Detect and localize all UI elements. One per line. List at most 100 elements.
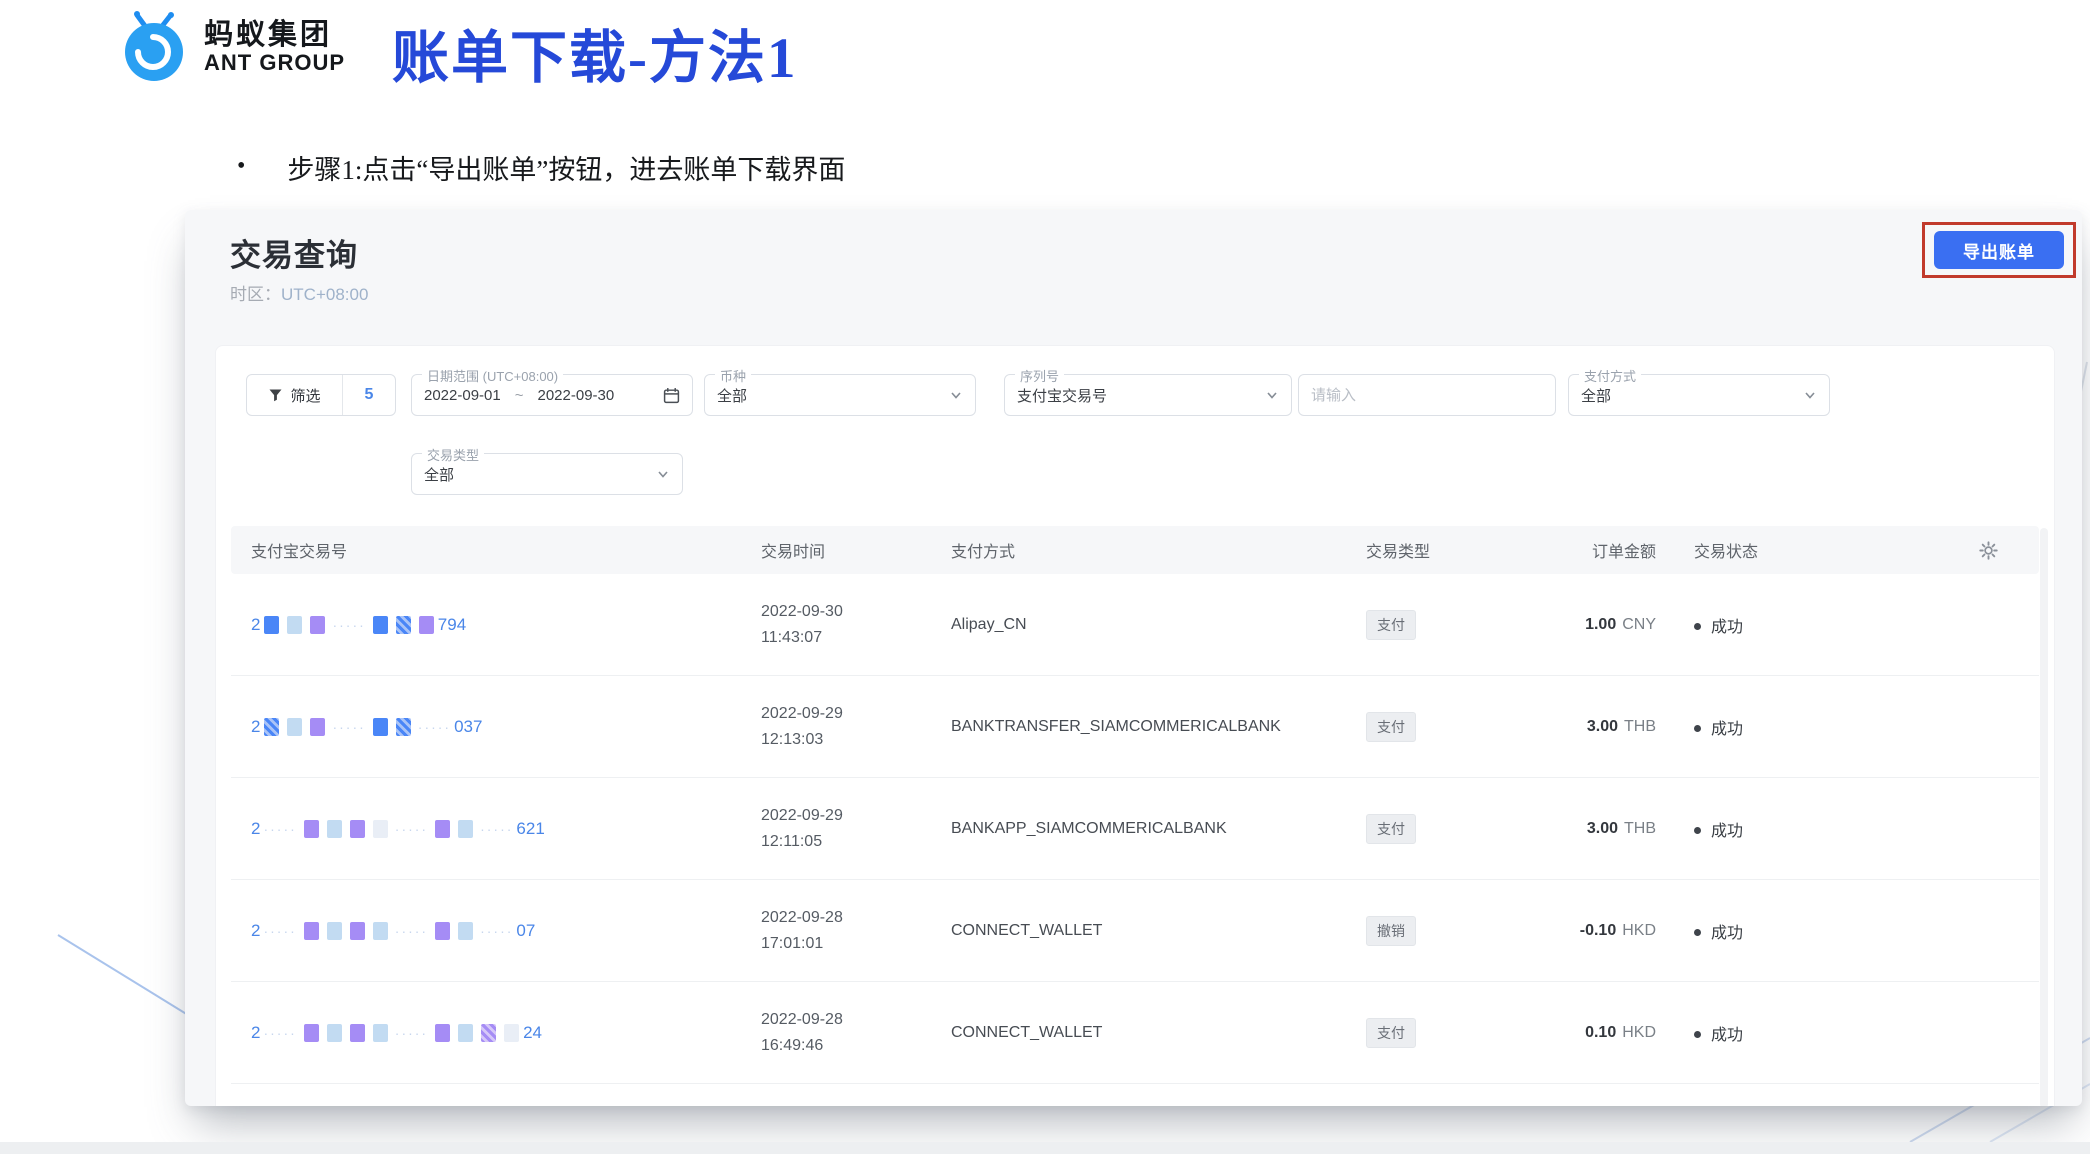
funnel-icon: [268, 388, 283, 403]
txn-time: 2022-09-30 11:43:07: [761, 599, 951, 651]
txn-id-mosaic: ···············: [260, 922, 516, 940]
transaction-query-window: 交易查询 时区：UTC+08:00 导出账单 筛选 5 日期范围 (UTC+08…: [185, 210, 2082, 1106]
filter-button[interactable]: 筛选: [247, 375, 343, 415]
col-header-method[interactable]: 支付方式: [951, 538, 1366, 562]
date-range-label: 日期范围 (UTC+08:00): [422, 366, 563, 385]
txn-amount-value: -0.10: [1580, 922, 1616, 939]
status-dot-icon: [1694, 623, 1701, 630]
redaction-square: [419, 616, 434, 634]
col-header-time[interactable]: 交易时间: [761, 538, 951, 562]
txn-amount-currency: CNY: [1622, 616, 1656, 633]
txn-amount-currency: THB: [1624, 718, 1656, 735]
txn-amount: -0.10HKD: [1580, 922, 1656, 940]
col-header-txn-id[interactable]: 支付宝交易号: [251, 538, 761, 562]
export-bill-button[interactable]: 导出账单: [1934, 231, 2064, 269]
redaction-square: [373, 1024, 388, 1042]
redaction-dots: ·····: [332, 617, 365, 633]
trade-type-select[interactable]: 交易类型 全部: [411, 453, 683, 495]
filter-button-group: 筛选 5: [246, 374, 396, 416]
txn-type-tag: 支付: [1366, 610, 1416, 640]
filter-count-badge[interactable]: 5: [343, 375, 395, 415]
scrollbar-track[interactable]: [2040, 528, 2048, 1106]
txn-date: 2022-09-30: [761, 599, 951, 625]
redaction-square: [373, 718, 388, 736]
col-header-status[interactable]: 交易状态: [1656, 538, 1906, 562]
trade-type-label: 交易类型: [422, 445, 484, 464]
txn-id-link[interactable]: 2 ··············· 07: [251, 921, 761, 941]
redaction-square: [435, 1024, 450, 1042]
txn-status: 成功: [1656, 1021, 1906, 1045]
redaction-square: [396, 616, 411, 634]
currency-select[interactable]: 币种 全部: [704, 374, 976, 416]
redaction-dots: ·····: [480, 923, 513, 939]
bullet-dot: •: [237, 148, 245, 184]
col-header-type[interactable]: 交易类型: [1366, 538, 1536, 562]
status-dot-icon: [1694, 929, 1701, 936]
currency-label: 币种: [715, 366, 751, 385]
status-text: 成功: [1711, 925, 1743, 942]
txn-id-suffix: 24: [523, 1023, 542, 1043]
export-highlight-frame: 导出账单: [1922, 222, 2076, 278]
redaction-square: [350, 820, 365, 838]
redaction-square: [327, 922, 342, 940]
txn-id-link[interactable]: 2 ····· 794: [251, 615, 761, 635]
payment-method-select[interactable]: 支付方式 全部: [1568, 374, 1830, 416]
txn-id-link[interactable]: 2 ·········· 037: [251, 717, 761, 737]
status-dot-icon: [1694, 1031, 1701, 1038]
table-row: 2 ····· 794 2022-09-30 11:43:07 Alipay_C…: [231, 574, 2039, 676]
txn-amount: 3.00 THB: [1587, 718, 1656, 736]
timezone-label: 时区：: [230, 285, 281, 304]
txn-date: 2022-09-29: [761, 803, 951, 829]
timezone-value: UTC+08:00: [281, 285, 368, 304]
txn-id-suffix: 07: [516, 921, 535, 941]
table-row: 2 ·········· 24 2022-09-28 16:49:46 CONN…: [231, 982, 2039, 1084]
redaction-square: [458, 820, 473, 838]
txn-id-mosaic: ·····: [260, 616, 437, 634]
txn-amount-currency: HKD: [1622, 1024, 1656, 1041]
redaction-square: [304, 820, 319, 838]
txn-id-prefix: 2: [251, 921, 260, 941]
redaction-square: [264, 718, 279, 736]
txn-id-link[interactable]: 2 ··············· 621: [251, 819, 761, 839]
txn-amount-currency: THB: [1624, 820, 1656, 837]
redaction-square: [327, 820, 342, 838]
redaction-square: [287, 616, 302, 634]
txn-date: 2022-09-28: [761, 905, 951, 931]
chevron-down-icon: [656, 467, 670, 481]
txn-id-prefix: 2: [251, 819, 260, 839]
txn-time: 2022-09-28 16:49:46: [761, 1007, 951, 1059]
status-text: 成功: [1711, 619, 1743, 636]
redaction-square: [396, 718, 411, 736]
redaction-square: [504, 1024, 519, 1042]
txn-id-mosaic: ···············: [260, 820, 516, 838]
serial-type-select[interactable]: 序列号 支付宝交易号: [1004, 374, 1292, 416]
col-header-amount[interactable]: 订单金额: [1592, 538, 1656, 562]
txn-method: BANKTRANSFER_SIAMCOMMERICALBANK: [951, 718, 1366, 736]
table-row: 2 ·········· 037 2022-09-29 12:13:03 BAN…: [231, 676, 2039, 778]
redaction-square: [435, 820, 450, 838]
gear-icon[interactable]: [1979, 541, 1998, 560]
query-panel: 筛选 5 日期范围 (UTC+08:00) 2022-09-01 ~ 2022-…: [215, 345, 2055, 1106]
txn-time: 2022-09-28 17:01:01: [761, 905, 951, 957]
status-text: 成功: [1711, 721, 1743, 738]
txn-id-link[interactable]: 2 ·········· 24: [251, 1023, 761, 1043]
txn-amount-value: 3.00: [1587, 718, 1618, 735]
redaction-dots: ·····: [418, 719, 451, 735]
redaction-square: [310, 718, 325, 736]
redaction-square: [373, 820, 388, 838]
brand-name-cn: 蚂蚁集团: [204, 20, 345, 50]
chevron-down-icon: [949, 388, 963, 402]
currency-value: 全部: [717, 385, 747, 406]
txn-method: Alipay_CN: [951, 616, 1366, 634]
table-row: 2 ··············· 07 2022-09-28 17:01:01…: [231, 880, 2039, 982]
ant-group-logo: 蚂蚁集团 ANT GROUP: [118, 10, 345, 84]
status-dot-icon: [1694, 827, 1701, 834]
date-range-field[interactable]: 日期范围 (UTC+08:00) 2022-09-01 ~ 2022-09-30: [411, 374, 693, 416]
txn-clock: 12:13:03: [761, 727, 951, 753]
serial-input[interactable]: [1311, 387, 1543, 404]
txn-clock: 12:11:05: [761, 829, 951, 855]
table-header-row: 支付宝交易号 交易时间 支付方式 交易类型 订单金额 交易状态: [231, 526, 2039, 574]
redaction-square: [304, 1024, 319, 1042]
date-end: 2022-09-30: [538, 387, 615, 404]
txn-amount-value: 1.00: [1585, 616, 1616, 633]
